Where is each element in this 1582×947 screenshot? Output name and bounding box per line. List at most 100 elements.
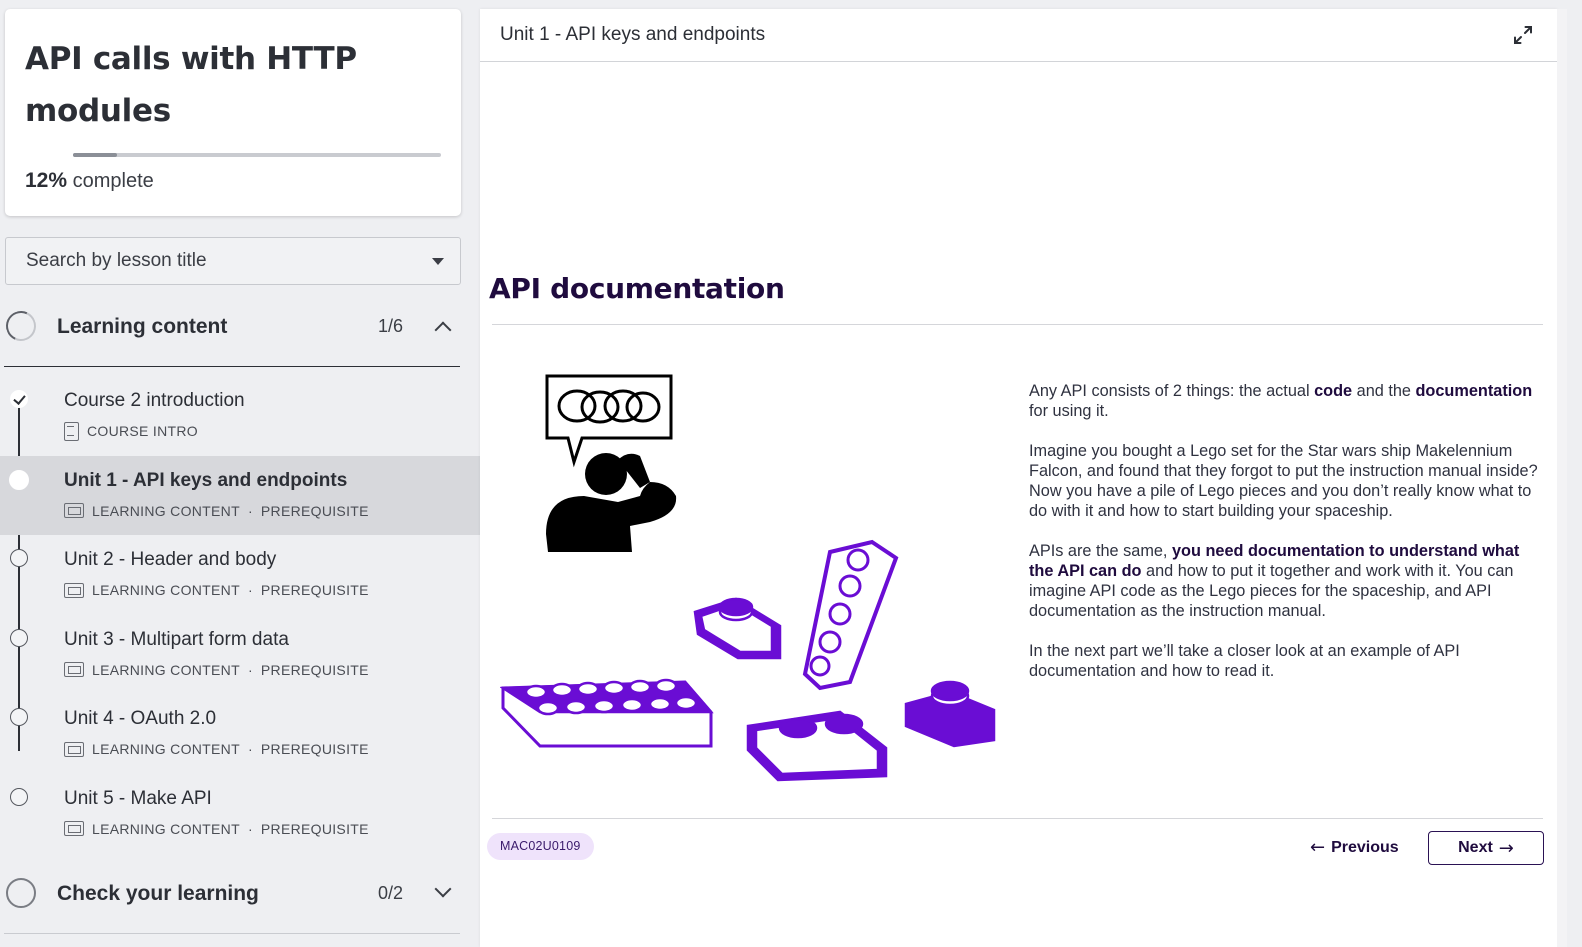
section-title: Learning content bbox=[57, 315, 228, 338]
lesson-title: Unit 3 - Multipart form data bbox=[64, 628, 289, 650]
arrow-left-icon: ← bbox=[1310, 837, 1326, 858]
lesson-item-unit-2[interactable]: Unit 2 - Header and body LEARNING CONTEN… bbox=[0, 535, 480, 615]
lesson-type: LEARNING CONTENT bbox=[92, 582, 240, 598]
next-label: Next bbox=[1458, 839, 1493, 856]
body-paragraph: APIs are the same, you need documentatio… bbox=[1029, 541, 1539, 621]
next-button[interactable]: Next → bbox=[1428, 831, 1544, 865]
learning-content-icon bbox=[64, 503, 84, 518]
lesson-title: Course 2 introduction bbox=[64, 390, 245, 411]
lego-illustration bbox=[498, 364, 1000, 784]
lesson-type: LEARNING CONTENT bbox=[92, 741, 240, 757]
lesson-tag: PREREQUISITE bbox=[260, 661, 369, 678]
lesson-tag: PREREQUISITE bbox=[260, 502, 369, 519]
lesson-title: Unit 5 - Make API bbox=[64, 787, 212, 809]
expand-icon[interactable] bbox=[1511, 23, 1535, 47]
lesson-tag: PREREQUISITE bbox=[260, 741, 369, 757]
lesson-title: Unit 2 - Header and body bbox=[64, 549, 277, 570]
chevron-up-icon[interactable] bbox=[434, 321, 452, 339]
confused-person-icon bbox=[546, 453, 677, 552]
progress-text: 12% complete bbox=[25, 169, 154, 193]
lesson-body-text: Any API consists of 2 things: the actual… bbox=[1029, 381, 1539, 701]
lesson-item-unit-1[interactable]: Unit 1 - API keys and endpoints LEARNING… bbox=[0, 455, 480, 535]
incomplete-circle-icon bbox=[10, 549, 28, 567]
lesson-tag: PREREQUISITE bbox=[260, 820, 369, 837]
lego-bricks-icon bbox=[498, 539, 996, 782]
progress-percent: 12% bbox=[25, 169, 68, 192]
lesson-meta: LEARNING CONTENT · PREREQUISITE bbox=[64, 581, 369, 599]
lesson-type: COURSE INTRO bbox=[87, 423, 198, 439]
lesson-list: Course 2 introduction COURSE INTRO Unit … bbox=[0, 376, 480, 853]
lesson-tag: PREREQUISITE bbox=[260, 582, 369, 598]
caret-down-icon bbox=[432, 258, 444, 265]
lesson-meta: LEARNING CONTENT · PREREQUISITE bbox=[64, 820, 369, 838]
section-heading: API documentation bbox=[489, 272, 785, 305]
body-text: Any API consists of 2 things: the actual bbox=[1029, 382, 1315, 400]
footer-divider bbox=[492, 818, 1543, 819]
course-intro-icon bbox=[64, 421, 79, 441]
body-paragraph: In the next part we’ll take a closer loo… bbox=[1029, 641, 1539, 681]
progress-suffix: complete bbox=[72, 170, 154, 192]
chevron-down-icon[interactable] bbox=[434, 880, 452, 898]
current-lesson-dot-icon bbox=[9, 469, 29, 490]
search-placeholder: Search by lesson title bbox=[26, 250, 207, 271]
progress-bar bbox=[73, 153, 441, 157]
learning-content-icon bbox=[64, 741, 84, 757]
body-paragraph: Any API consists of 2 things: the actual… bbox=[1029, 381, 1539, 421]
lesson-meta: LEARNING CONTENT · PREREQUISITE bbox=[64, 740, 369, 758]
course-progress-card: API calls with HTTP modules 12% complete bbox=[5, 9, 461, 216]
section-count: 1/6 bbox=[378, 316, 404, 336]
lesson-item-course-intro[interactable]: Course 2 introduction COURSE INTRO bbox=[0, 376, 480, 456]
section-divider bbox=[4, 366, 460, 367]
emphasis-text: documentation bbox=[1415, 382, 1533, 400]
learning-content-icon bbox=[64, 662, 84, 677]
body-text: for using it. bbox=[1029, 402, 1109, 420]
course-sidebar: API calls with HTTP modules 12% complete… bbox=[0, 0, 480, 947]
body-paragraph: Imagine you bought a Lego set for the St… bbox=[1029, 441, 1539, 521]
previous-label: Previous bbox=[1331, 838, 1399, 856]
content-header: Unit 1 - API keys and endpoints bbox=[480, 9, 1557, 62]
lesson-meta: LEARNING CONTENT · PREREQUISITE bbox=[64, 661, 369, 679]
section-progress-ring-icon bbox=[6, 878, 36, 908]
lesson-type: LEARNING CONTENT bbox=[92, 661, 240, 678]
section-divider bbox=[4, 933, 460, 934]
heading-divider bbox=[492, 324, 1543, 325]
previous-button[interactable]: ← Previous bbox=[1310, 837, 1399, 858]
lesson-item-unit-3[interactable]: Unit 3 - Multipart form data LEARNING CO… bbox=[0, 615, 480, 695]
lesson-item-unit-5[interactable]: Unit 5 - Make API LEARNING CONTENT · PRE… bbox=[0, 774, 480, 854]
learning-content-icon bbox=[64, 821, 84, 836]
lesson-meta: LEARNING CONTENT · PREREQUISITE bbox=[64, 502, 369, 520]
section-count: 0/2 bbox=[378, 883, 404, 903]
course-title: API calls with HTTP modules bbox=[25, 41, 357, 129]
meta-separator: · bbox=[247, 661, 253, 678]
incomplete-circle-icon bbox=[10, 708, 28, 726]
lesson-title: Unit 1 - API keys and endpoints bbox=[64, 469, 348, 491]
lesson-type: LEARNING CONTENT bbox=[92, 502, 240, 519]
content-header-title: Unit 1 - API keys and endpoints bbox=[500, 24, 766, 45]
section-progress-ring-icon bbox=[1, 306, 41, 346]
learning-content-icon bbox=[64, 582, 84, 598]
lesson-content-panel: Unit 1 - API keys and endpoints API docu… bbox=[480, 9, 1557, 947]
lesson-search-select[interactable]: Search by lesson title bbox=[5, 237, 461, 285]
incomplete-circle-icon bbox=[10, 787, 28, 806]
body-text: Imagine you bought a Lego set for the St… bbox=[1029, 442, 1538, 520]
lesson-meta: COURSE INTRO bbox=[64, 421, 198, 441]
section-title: Check your learning bbox=[57, 882, 259, 905]
arrow-right-icon: → bbox=[1498, 837, 1514, 859]
emphasis-text: code bbox=[1314, 382, 1353, 400]
body-text: APIs are the same, bbox=[1029, 542, 1172, 560]
lesson-item-unit-4[interactable]: Unit 4 - OAuth 2.0 LEARNING CONTENT · PR… bbox=[0, 694, 480, 774]
lesson-type: LEARNING CONTENT bbox=[92, 820, 240, 837]
speech-bubble-icon bbox=[545, 374, 673, 468]
body-text: In the next part we’ll take a closer loo… bbox=[1029, 642, 1460, 680]
meta-separator: · bbox=[247, 582, 253, 598]
page-scrollbar[interactable] bbox=[1557, 9, 1567, 947]
lesson-title: Unit 4 - OAuth 2.0 bbox=[64, 708, 217, 729]
incomplete-circle-icon bbox=[10, 628, 28, 647]
meta-separator: · bbox=[247, 820, 253, 837]
body-text: and the bbox=[1352, 382, 1416, 400]
meta-separator: · bbox=[247, 502, 253, 519]
progress-fill bbox=[73, 153, 118, 157]
section-check-your-learning[interactable]: Check your learning 0/2 bbox=[0, 862, 460, 934]
section-learning-content[interactable]: Learning content 1/6 bbox=[0, 295, 460, 367]
check-icon bbox=[10, 390, 28, 408]
